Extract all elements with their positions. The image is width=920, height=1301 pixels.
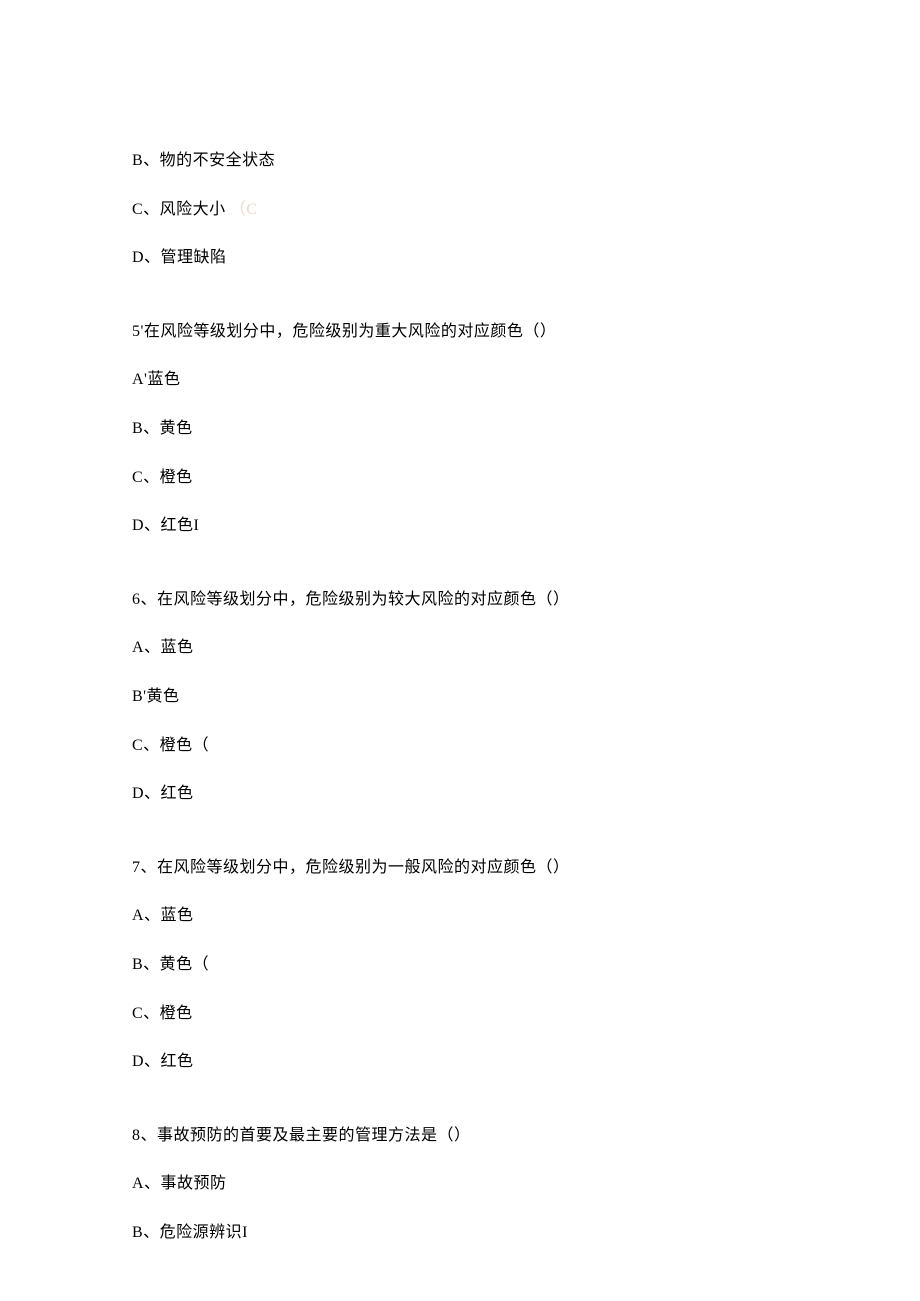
option-text: A'蓝色: [132, 371, 180, 388]
option-text: A、蓝色: [132, 639, 194, 656]
continuation-option-c: C、风险大小（C: [132, 197, 788, 223]
option-text: C、橙色: [132, 469, 193, 486]
option-b: B'黄色: [132, 684, 788, 710]
question-text: 8、事故预防的首要及最主要的管理方法是（）: [132, 1123, 788, 1149]
faded-annotation: （C: [230, 201, 258, 218]
option-a: A、蓝色: [132, 903, 788, 929]
option-text: C、橙色（: [132, 737, 209, 754]
option-b: B、黄色: [132, 416, 788, 442]
option-text: B、黄色（: [132, 956, 209, 973]
option-c: C、橙色: [132, 465, 788, 491]
option-text: B、黄色: [132, 420, 193, 437]
option-text: D、红色I: [132, 517, 199, 534]
option-a: A'蓝色: [132, 367, 788, 393]
option-a: A、蓝色: [132, 635, 788, 661]
option-text: A、蓝色: [132, 907, 194, 924]
option-text: A、事故预防: [132, 1175, 227, 1192]
option-c: C、橙色（: [132, 733, 788, 759]
document-content: B、物的不安全状态 C、风险大小（C D、管理缺陷 5'在风险等级划分中，危险级…: [132, 148, 788, 1245]
option-text: B'黄色: [132, 688, 180, 705]
option-text: B、危险源辨识I: [132, 1224, 248, 1241]
question-7: 7、在风险等级划分中，危险级别为一般风险的对应颜色（） A、蓝色 B、黄色（ C…: [132, 855, 788, 1075]
option-d: D、红色: [132, 781, 788, 807]
question-text: 7、在风险等级划分中，危险级别为一般风险的对应颜色（）: [132, 855, 788, 881]
option-text: C、橙色: [132, 1005, 193, 1022]
option-a: A、事故预防: [132, 1171, 788, 1197]
option-d: D、红色: [132, 1049, 788, 1075]
option-text: D、红色: [132, 1053, 194, 1070]
option-b: B、黄色（: [132, 952, 788, 978]
option-text: D、红色: [132, 785, 194, 802]
option-text: B、物的不安全状态: [132, 152, 275, 169]
option-c: C、橙色: [132, 1001, 788, 1027]
option-b: B、危险源辨识I: [132, 1220, 788, 1246]
question-6: 6、在风险等级划分中，危险级别为较大风险的对应颜色（） A、蓝色 B'黄色 C、…: [132, 587, 788, 807]
question-text: 6、在风险等级划分中，危险级别为较大风险的对应颜色（）: [132, 587, 788, 613]
question-5: 5'在风险等级划分中，危险级别为重大风险的对应颜色（） A'蓝色 B、黄色 C、…: [132, 319, 788, 539]
question-text: 5'在风险等级划分中，危险级别为重大风险的对应颜色（）: [132, 319, 788, 345]
option-d: D、红色I: [132, 513, 788, 539]
option-text: D、管理缺陷: [132, 249, 227, 266]
continuation-option-d: D、管理缺陷: [132, 245, 788, 271]
option-text: C、风险大小: [132, 201, 226, 218]
continuation-option-b: B、物的不安全状态: [132, 148, 788, 174]
question-8: 8、事故预防的首要及最主要的管理方法是（） A、事故预防 B、危险源辨识I: [132, 1123, 788, 1246]
